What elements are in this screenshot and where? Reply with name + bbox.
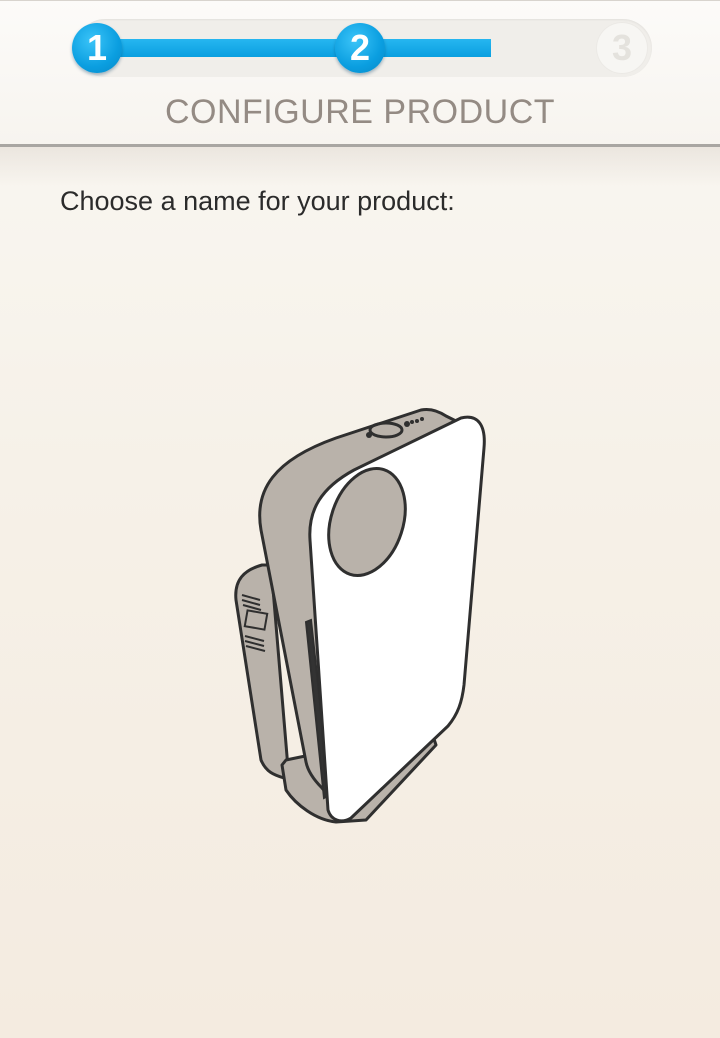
step-2-label: 2 [349,27,371,68]
air-purifier-illustration [234,408,486,824]
page-title: CONFIGURE PRODUCT [164,93,556,131]
name-prompt: Choose a name for your product: [60,186,455,216]
step-2-indicator: 2 [335,23,385,73]
step-3-indicator: 3 [597,23,647,73]
step-1-indicator: 1 [72,23,122,73]
step-1-label: 1 [86,27,108,68]
step-3-label: 3 [611,27,633,68]
progress-fill [96,39,491,57]
wizard-header: 1 2 3 CONFIGURE PRODUCT [0,0,720,146]
header-shadow [0,147,720,187]
